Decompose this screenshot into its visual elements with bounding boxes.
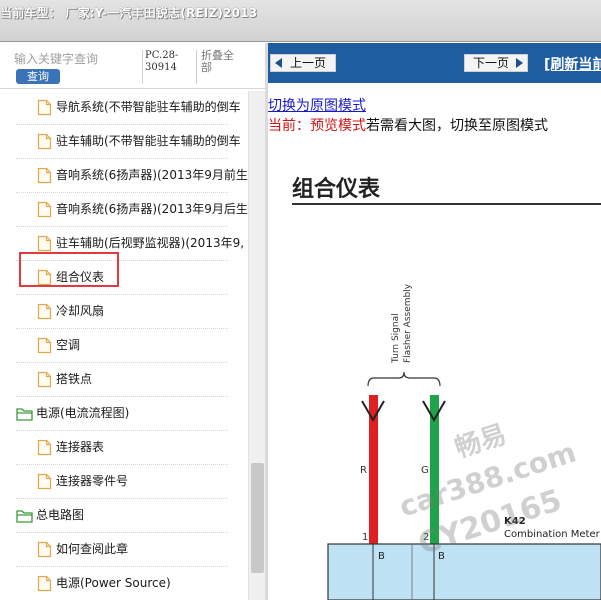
selection-highlight	[19, 252, 119, 287]
collapse-all-button[interactable]: 折叠全部	[196, 50, 240, 84]
tree-item-label: 电源(Power Source)	[56, 576, 171, 590]
tree-file-item[interactable]: 冷却风扇	[0, 295, 248, 329]
file-icon	[37, 541, 52, 558]
file-icon	[37, 473, 52, 490]
refresh-link[interactable]: [刷新当前	[544, 54, 601, 74]
combination-meter-box	[327, 543, 601, 600]
tree-file-item[interactable]: 连接器零件号	[0, 465, 248, 499]
file-icon	[37, 201, 52, 218]
mode-prefix: 当前：预览模式	[268, 118, 366, 134]
assembly-brace	[367, 371, 441, 387]
file-icon	[37, 337, 52, 354]
assembly-label-line-2: Flasher Assembly	[403, 283, 413, 363]
search-button[interactable]: 查询	[16, 69, 60, 84]
window-title: 当前车型： 厂家:Y-一汽丰田锐志(REIZ)2013	[0, 6, 258, 20]
search-input[interactable]	[14, 49, 140, 69]
tree-item-label: 音响系统(6扬声器)(2013年9月后生	[56, 202, 248, 216]
tree-file-item[interactable]: 导航系统(不带智能驻车辅助的倒车	[0, 91, 248, 125]
mode-status: 当前：预览模式若需看大图，切换至原图模式	[268, 115, 548, 135]
tree-file-item[interactable]: 连接器表	[0, 431, 248, 465]
prev-page-button[interactable]: 上一页	[270, 54, 336, 72]
mode-suffix: 若需看大图，切换至原图模式	[366, 118, 548, 134]
arrow-left-icon	[275, 58, 282, 68]
viewer-panel: 上一页 下一页 [刷新当前 切换为原图模式 当前：预览模式若需看大图，切换至原图…	[268, 43, 601, 600]
tree-item-label: 总电路图	[36, 508, 85, 522]
folder-icon	[16, 508, 33, 523]
tree-item-label: 导航系统(不带智能驻车辅助的倒车	[56, 100, 241, 114]
file-icon	[37, 439, 52, 456]
tree-item-label: 连接器表	[56, 440, 105, 454]
arrow-right-icon	[516, 58, 523, 68]
next-page-label: 下一页	[472, 56, 509, 70]
folder-icon	[16, 406, 33, 421]
tree-item-label: 如何查阅此章	[56, 542, 129, 556]
tree-file-item[interactable]: 搭铁点	[0, 363, 248, 397]
diagram-title: 组合仪表	[292, 176, 381, 202]
tree-item-label: 连接器零件号	[56, 474, 129, 488]
scrollbar-thumb[interactable]	[251, 463, 264, 573]
tree-file-item[interactable]: 如何查阅此章	[0, 533, 248, 567]
viewer-toolbar: 上一页 下一页 [刷新当前	[268, 43, 601, 83]
terminal-left: B	[378, 551, 385, 562]
search-bar: 查询 PC.28-30914 折叠全部	[0, 43, 265, 89]
tree-view: 导航系统(不带智能驻车辅助的倒车 驻车辅助(不带智能驻车辅助的倒车 音响系统(6扬声…	[0, 91, 248, 600]
prev-page-label: 上一页	[289, 56, 326, 70]
tree-item-label: 空调	[56, 338, 81, 352]
file-icon	[37, 167, 52, 184]
tree-file-item[interactable]: 音响系统(6扬声器)(2013年9月后生	[0, 193, 248, 227]
title-bar: 当前车型： 厂家:Y-一汽丰田锐志(REIZ)2013	[0, 0, 601, 42]
tree-item-label: 电源(电流流程图)	[36, 406, 130, 420]
left-panel: 查询 PC.28-30914 折叠全部 导航系统(不带智能驻车辅助的倒车驻车辅助…	[0, 43, 265, 600]
file-icon	[37, 371, 52, 388]
file-icon	[37, 235, 52, 252]
next-page-button[interactable]: 下一页	[464, 54, 528, 72]
tree-file-item[interactable]: 音响系统(6扬声器)(2013年9月前生	[0, 159, 248, 193]
tree-folder-item[interactable]: 电源(电流流程图)	[0, 397, 248, 431]
document-code: PC.28-30914	[142, 50, 194, 84]
file-icon	[37, 133, 52, 150]
tree-item-label: 驻车辅助(不带智能驻车辅助的倒车	[56, 134, 241, 148]
tree-file-item[interactable]: 电源(Power Source)	[0, 567, 248, 600]
wire-left-code: R	[360, 465, 367, 476]
tree-item-label: 驻车辅助(后视野监视器)(2013年9,	[56, 236, 245, 250]
tree-folder-item[interactable]: 总电路图	[0, 499, 248, 533]
tree-item-label: 搭铁点	[56, 372, 93, 386]
switch-original-mode-link[interactable]: 切换为原图模式	[268, 95, 366, 115]
tree-item-label: 冷却风扇	[56, 304, 105, 318]
wire-right-code: G	[421, 465, 429, 476]
tree-file-item[interactable]: 空调	[0, 329, 248, 363]
tree-item-label: 音响系统(6扬声器)(2013年9月前生	[56, 168, 248, 182]
tree-file-item[interactable]: 驻车辅助(不带智能驻车辅助的倒车	[0, 125, 248, 159]
file-icon	[37, 99, 52, 116]
assembly-label-line-1: Turn Signal	[391, 313, 401, 364]
pin-left: 1	[362, 532, 368, 543]
file-icon	[37, 303, 52, 320]
tree-scrollbar[interactable]	[248, 91, 265, 600]
file-icon	[37, 575, 52, 592]
